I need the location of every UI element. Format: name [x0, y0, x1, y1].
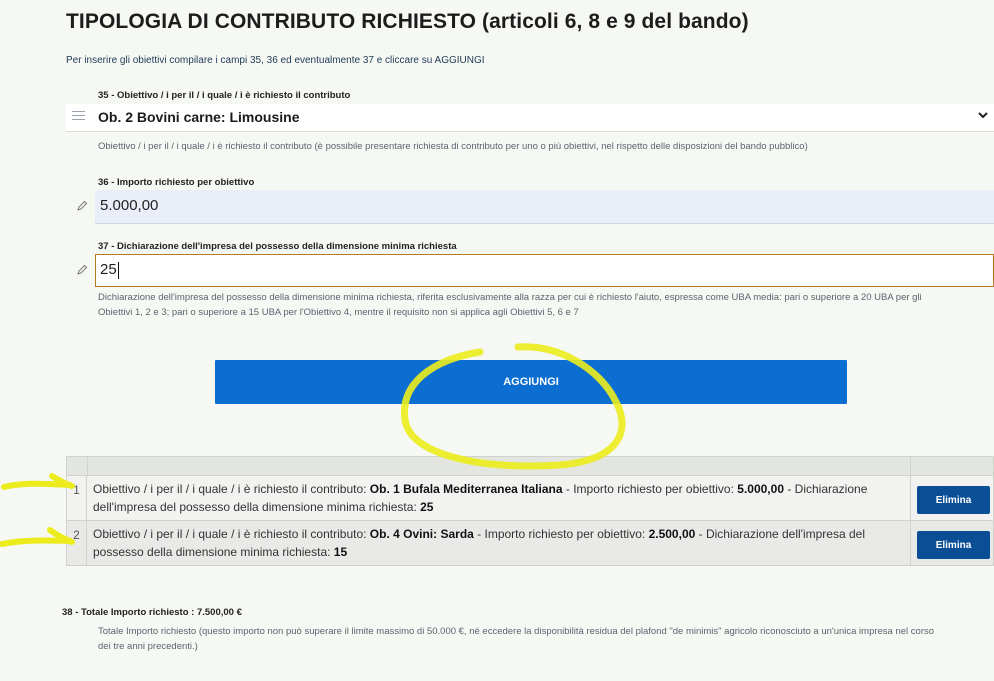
- amount-input[interactable]: [95, 190, 994, 224]
- field-37-help-line1: Dichiarazione dell'impresa del possesso …: [98, 292, 922, 303]
- add-button[interactable]: AGGIUNGI: [215, 360, 847, 404]
- annotation-arrow-1: [1, 473, 75, 490]
- delete-button[interactable]: Elimina: [917, 486, 990, 514]
- row-description: Obiettivo / i per il / i quale / i è ric…: [93, 482, 868, 514]
- amount-input-value: 5.000,00: [100, 197, 159, 214]
- text-caret: [118, 262, 119, 279]
- field-37-help-line2: Obiettivi 1, 2 e 3; pari o superiore a 1…: [98, 307, 579, 318]
- field-35-help: Obiettivo / i per il / i quale / i è ric…: [98, 141, 808, 152]
- field-37-label: 37 - Dichiarazione dell'impresa del poss…: [98, 241, 457, 252]
- total-label: 38 - Totale Importo richiesto : 7.500,00…: [62, 607, 242, 618]
- chevron-down-icon[interactable]: [978, 108, 988, 122]
- total-help: Totale Importo richiesto (questo importo…: [98, 626, 935, 652]
- section-title: TIPOLOGIA DI CONTRIBUTO RICHIESTO (artic…: [66, 10, 749, 33]
- dimension-field-row: 25: [66, 254, 994, 287]
- amount-field-row: 5.000,00: [66, 190, 994, 224]
- row-amount: 2.500,00: [648, 527, 696, 541]
- annotation-overlay: [0, 343, 626, 547]
- row-objective: Ob. 1 Bufala Mediterranea Italiana: [369, 482, 563, 496]
- objective-select[interactable]: Ob. 2 Bovini carne: Limousine: [66, 104, 994, 132]
- table-row: 1 Obiettivo / i per il / i quale / i è r…: [66, 475, 994, 521]
- row-objective: Ob. 4 Ovini: Sarda: [369, 527, 474, 541]
- annotation-arrow-2: [0, 527, 75, 547]
- delete-button[interactable]: Elimina: [917, 531, 990, 559]
- row-number: 1: [67, 476, 87, 520]
- table-row: 2 Obiettivo / i per il / i quale / i è r…: [66, 521, 994, 566]
- dimension-input-value: 25: [100, 261, 117, 278]
- pencil-icon: [76, 264, 88, 279]
- section-intro: Per inserire gli obiettivi compilare i c…: [66, 55, 485, 66]
- row-dimension: 15: [333, 545, 348, 559]
- pencil-icon: [76, 200, 88, 215]
- dimension-input[interactable]: [95, 254, 994, 287]
- objectives-table: 1 Obiettivo / i per il / i quale / i è r…: [66, 456, 994, 566]
- objective-select-value: Ob. 2 Bovini carne: Limousine: [98, 109, 300, 125]
- list-icon: [72, 111, 85, 122]
- row-number: 2: [67, 521, 87, 565]
- field-35-label: 35 - Obiettivo / i per il / i quale / i …: [98, 90, 351, 101]
- field-36-label: 36 - Importo richiesto per obiettivo: [98, 177, 255, 188]
- row-dimension: 25: [420, 500, 434, 514]
- row-description: Obiettivo / i per il / i quale / i è ric…: [93, 527, 865, 559]
- table-header: [66, 456, 994, 475]
- row-amount: 5.000,00: [737, 482, 784, 496]
